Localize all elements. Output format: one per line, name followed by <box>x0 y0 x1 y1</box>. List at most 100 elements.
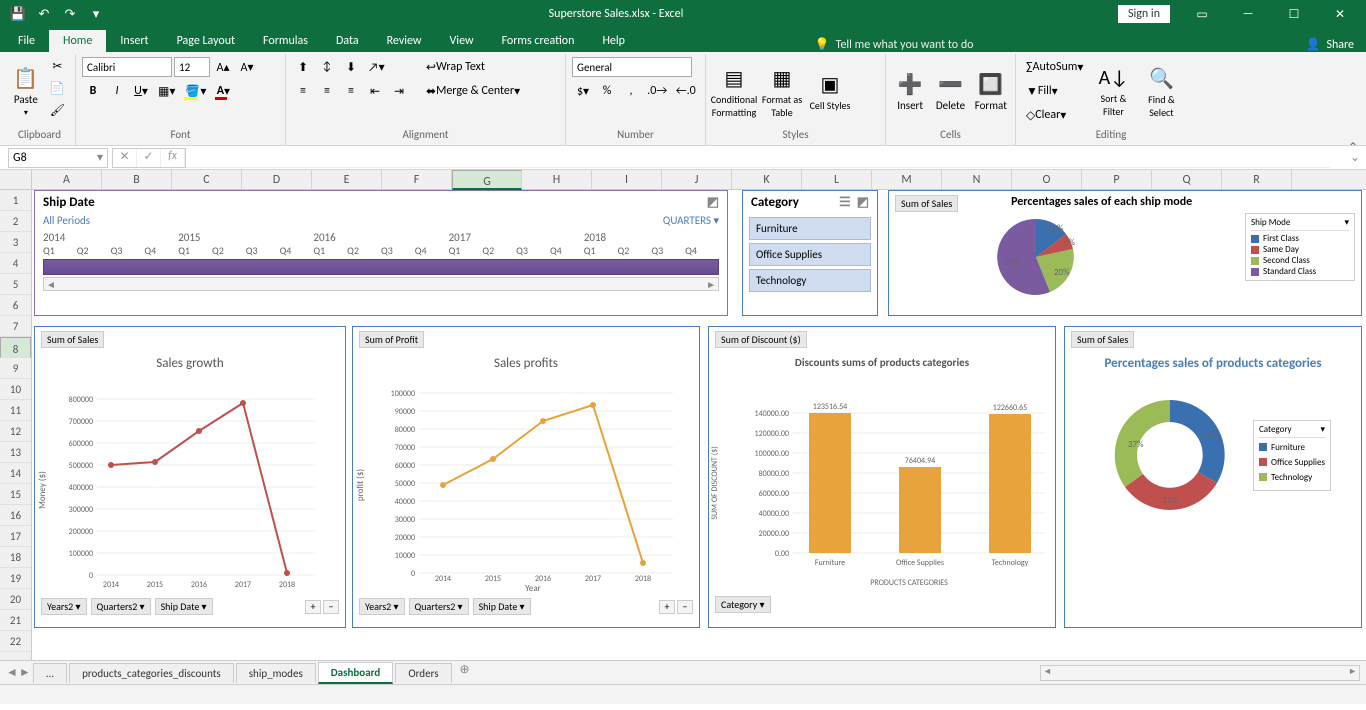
timeline-slicer[interactable]: Ship Date ◩ All Periods QUARTERS ▾ 20142… <box>34 190 728 316</box>
clear-button[interactable]: ◇ Clear ▾ <box>1022 105 1070 125</box>
currency-icon[interactable]: $▾ <box>572 81 594 101</box>
clear-filter-icon[interactable]: ◩ <box>707 195 719 210</box>
column-header[interactable]: J <box>662 170 732 189</box>
sheet-tab[interactable]: ... <box>33 663 67 683</box>
comma-icon[interactable]: , <box>620 81 642 101</box>
cancel-formula-icon[interactable]: ✕ <box>113 149 137 167</box>
row-header[interactable]: 19 <box>0 568 31 589</box>
row-header[interactable]: 7 <box>0 316 31 337</box>
row-header[interactable]: 13 <box>0 442 31 463</box>
collapse-ribbon-icon[interactable]: ⌃ <box>1348 140 1358 155</box>
formula-input[interactable] <box>186 148 1330 168</box>
row-header[interactable]: 15 <box>0 484 31 505</box>
decrease-decimal-icon[interactable]: ←.0 <box>673 81 700 101</box>
column-header[interactable]: D <box>242 170 312 189</box>
percent-icon[interactable]: % <box>596 81 618 101</box>
font-select[interactable] <box>82 57 172 77</box>
font-size-select[interactable] <box>174 57 210 77</box>
redo-icon[interactable]: ↷ <box>58 3 82 25</box>
delete-cells-button[interactable]: ➖Delete <box>932 56 968 128</box>
row-header[interactable]: 11 <box>0 400 31 421</box>
border-button[interactable]: ▦▾ <box>154 81 179 101</box>
fx-icon[interactable]: fx <box>161 149 185 167</box>
timeline-scrollbar[interactable]: ◄► <box>43 277 719 291</box>
expand-icon[interactable]: + <box>305 600 321 614</box>
legend-head[interactable]: Category <box>1259 424 1292 435</box>
undo-icon[interactable]: ↶ <box>32 3 56 25</box>
sheet-nav-prev-icon[interactable]: ► <box>19 665 31 680</box>
column-header[interactable]: I <box>592 170 662 189</box>
align-left-icon[interactable]: ≡ <box>292 81 314 101</box>
tab-file[interactable]: File <box>4 30 49 52</box>
close-icon[interactable]: ✕ <box>1318 0 1362 28</box>
filter-button[interactable]: Quarters2 ▾ <box>409 598 469 615</box>
copy-icon[interactable]: 📄 <box>46 78 69 98</box>
signin-button[interactable]: Sign in <box>1118 5 1170 23</box>
cut-icon[interactable]: ✂ <box>46 56 69 76</box>
align-middle-icon[interactable]: ↕ <box>316 57 338 77</box>
row-header[interactable]: 14 <box>0 463 31 484</box>
column-header[interactable]: G <box>452 170 522 190</box>
timeline-bar[interactable] <box>43 259 719 275</box>
donut-category-chart[interactable]: Sum of Sales Percentages sales of produc… <box>1064 326 1362 628</box>
wrap-text-button[interactable]: ↩ Wrap Text <box>422 57 489 77</box>
tell-me-input[interactable]: Tell me what you want to do <box>836 38 974 52</box>
row-header[interactable]: 20 <box>0 589 31 610</box>
column-header[interactable]: F <box>382 170 452 189</box>
legend-head[interactable]: Ship Mode <box>1251 217 1290 228</box>
find-select-button[interactable]: 🔍Find & Select <box>1139 56 1183 128</box>
column-header[interactable]: E <box>312 170 382 189</box>
row-header[interactable]: 17 <box>0 526 31 547</box>
filter-button[interactable]: Years2 ▾ <box>41 598 87 615</box>
column-header[interactable]: R <box>1222 170 1292 189</box>
paste-button[interactable]: 📋Paste▾ <box>10 56 42 128</box>
row-header[interactable]: 3 <box>0 232 31 253</box>
column-header[interactable]: H <box>522 170 592 189</box>
sales-growth-chart[interactable]: Sum of Sales Sales growth Money ($) 0100… <box>34 326 346 628</box>
align-right-icon[interactable]: ≡ <box>340 81 362 101</box>
indent-dec-icon[interactable]: ⇤ <box>364 81 386 101</box>
qat-dropdown-icon[interactable]: ▾ <box>84 3 108 25</box>
fill-button[interactable]: ▼ Fill ▾ <box>1022 81 1062 101</box>
sheet-tab[interactable]: Orders <box>395 663 451 683</box>
add-sheet-button[interactable]: ⊕ <box>454 662 476 684</box>
format-cells-button[interactable]: 🔲Format <box>973 56 1009 128</box>
pie-shipmode-chart[interactable]: Sum of Sales Percentages sales of each s… <box>888 190 1362 316</box>
decrease-font-icon[interactable]: A▾ <box>236 57 258 77</box>
minimize-icon[interactable]: — <box>1226 0 1270 28</box>
slicer-item[interactable]: Furniture <box>749 217 871 240</box>
filter-button[interactable]: Category ▾ <box>715 596 771 613</box>
insert-cells-button[interactable]: ➕Insert <box>892 56 928 128</box>
column-header[interactable]: P <box>1082 170 1152 189</box>
tab-formulas[interactable]: Formulas <box>249 30 322 52</box>
format-as-table-button[interactable]: ▦Format as Table <box>760 56 804 128</box>
save-icon[interactable]: 💾 <box>6 3 30 25</box>
row-header[interactable]: 9 <box>0 358 31 379</box>
column-header[interactable]: N <box>942 170 1012 189</box>
tab-view[interactable]: View <box>436 30 488 52</box>
filter-button[interactable]: Ship Date ▾ <box>155 598 213 615</box>
column-header[interactable]: O <box>1012 170 1082 189</box>
row-header[interactable]: 2 <box>0 211 31 232</box>
collapse-icon[interactable]: − <box>323 600 339 614</box>
row-header[interactable]: 4 <box>0 253 31 274</box>
sheet-tab[interactable]: ship_modes <box>236 663 316 683</box>
row-header[interactable]: 21 <box>0 610 31 631</box>
column-header[interactable]: M <box>872 170 942 189</box>
align-top-icon[interactable]: ⬆ <box>292 57 314 77</box>
sheet-cells[interactable]: Ship Date ◩ All Periods QUARTERS ▾ 20142… <box>32 190 1366 660</box>
sheet-tab[interactable]: products_categories_discounts <box>69 663 234 683</box>
column-header[interactable]: L <box>802 170 872 189</box>
filter-button[interactable]: Ship Date ▾ <box>473 598 531 615</box>
number-format-select[interactable] <box>572 57 692 77</box>
merge-center-button[interactable]: ⬌ Merge & Center ▾ <box>422 81 524 101</box>
sheet-tab-active[interactable]: Dashboard <box>318 662 394 684</box>
tab-insert[interactable]: Insert <box>106 30 162 52</box>
slicer-item[interactable]: Technology <box>749 269 871 292</box>
row-header[interactable]: 5 <box>0 274 31 295</box>
sales-profits-chart[interactable]: Sum of Profit Sales profits profit ($) 0… <box>352 326 700 628</box>
name-box[interactable]: G8▾ <box>8 148 108 168</box>
indent-inc-icon[interactable]: ⇥ <box>388 81 410 101</box>
row-header[interactable]: 10 <box>0 379 31 400</box>
bold-button[interactable]: B <box>82 81 104 101</box>
